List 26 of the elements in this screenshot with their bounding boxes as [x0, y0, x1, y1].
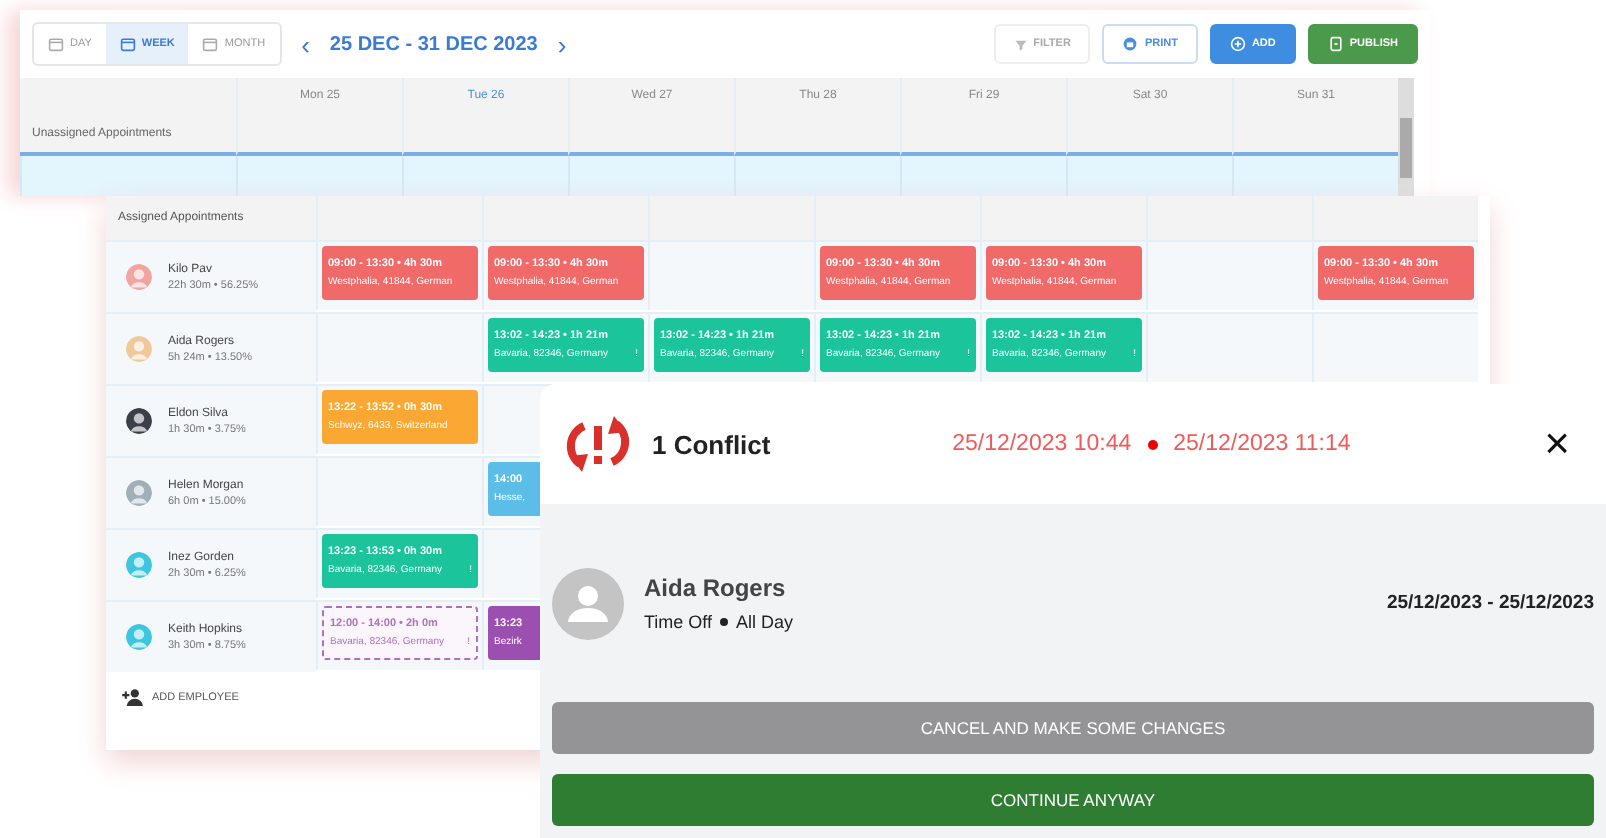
person-name: Aida Rogers — [644, 574, 788, 602]
cancel-button[interactable]: CANCEL AND MAKE SOME CHANGES — [552, 702, 1594, 754]
continue-button[interactable]: CONTINUE ANYWAY — [552, 774, 1594, 826]
date-range: 25 DEC - 31 DEC 2023 — [329, 33, 538, 55]
previous-button[interactable]: ‹ — [293, 29, 318, 59]
bullet-icon — [1147, 439, 1158, 449]
printer-icon — [1122, 36, 1139, 52]
next-button[interactable]: › — [549, 29, 575, 59]
scrollbar[interactable] — [1398, 78, 1414, 196]
avatar — [552, 567, 624, 639]
duration: All Day — [736, 612, 794, 632]
document-icon — [1327, 36, 1344, 52]
absence-type: Time Off — [644, 612, 713, 632]
end-time: 25/12/2023 11:14 — [1173, 432, 1351, 456]
start-time: 25/12/2023 10:44 — [952, 432, 1132, 456]
bullet-icon — [720, 618, 729, 626]
plus-circle-icon — [1229, 36, 1246, 52]
filter-icon — [1013, 37, 1028, 51]
calendar-icon — [202, 36, 219, 52]
date-range: 25/12/2023 - 25/12/2023 — [1386, 592, 1594, 614]
calendar-icon — [48, 36, 64, 52]
conflict-icon — [564, 414, 632, 474]
close-button[interactable]: × — [1532, 418, 1582, 470]
calendar-icon — [119, 36, 136, 52]
add-user-icon — [122, 688, 144, 706]
dialog-title: 1 Conflict — [652, 429, 771, 459]
